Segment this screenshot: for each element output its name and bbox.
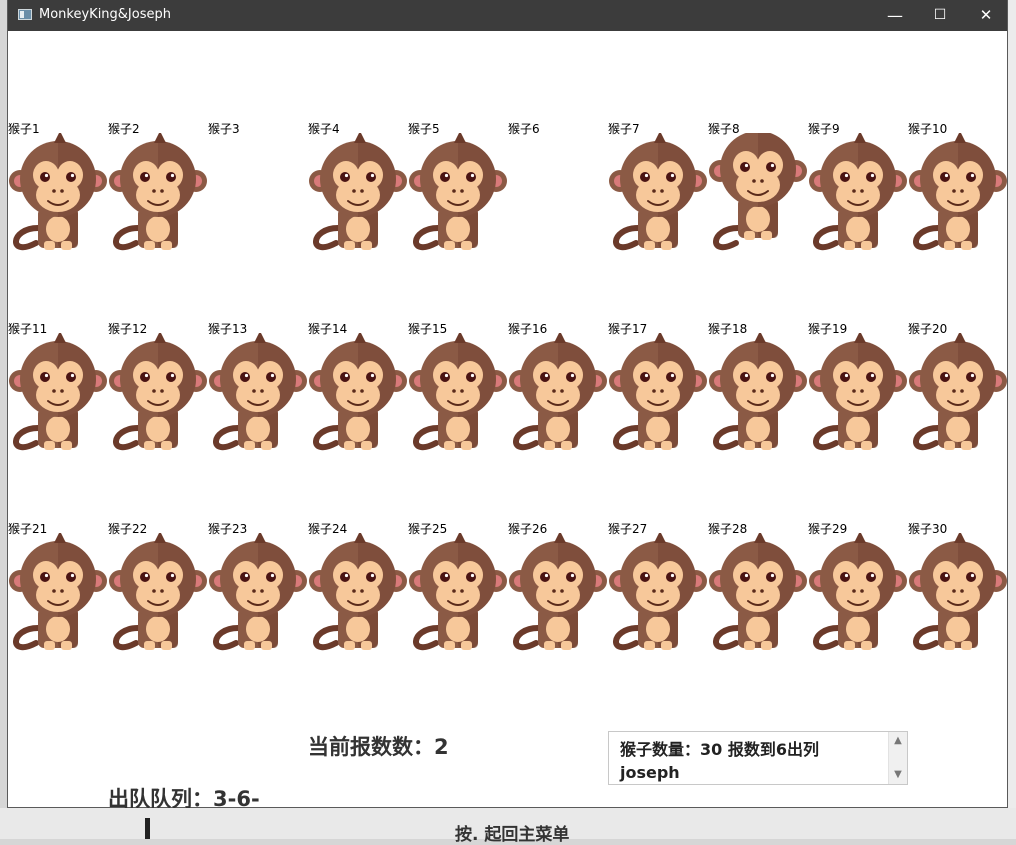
- monkey-cell: 猴子16: [508, 320, 608, 455]
- monkey-cell: 猴子29: [808, 520, 908, 655]
- monkey-cell: 猴子26: [508, 520, 608, 655]
- monkey-cell: 猴子19: [808, 320, 908, 455]
- monkey-icon: [908, 331, 1007, 455]
- monkey-cell: 猴子17: [608, 320, 708, 455]
- monkey-cell: 猴子4: [308, 120, 408, 255]
- monkey-cell: 猴子8: [708, 120, 808, 255]
- monkey-cell: 猴子22: [108, 520, 208, 655]
- monkey-cell: 猴子21: [8, 520, 108, 655]
- monkey-icon: [308, 331, 408, 455]
- monkey-icon: [108, 331, 208, 455]
- monkey-cell: 猴子28: [708, 520, 808, 655]
- monkey-icon: [608, 131, 708, 255]
- monkey-icon: [308, 131, 408, 255]
- maximize-button[interactable]: ☐: [917, 0, 963, 31]
- monkey-cell: 猴子15: [408, 320, 508, 455]
- monkey-icon: [708, 331, 808, 455]
- monkey-cell: 猴子10: [908, 120, 1007, 255]
- minimize-button[interactable]: —: [872, 0, 918, 31]
- monkey-icon: [508, 331, 608, 455]
- monkey-cell: 猴子9: [808, 120, 908, 255]
- monkey-icon: [808, 331, 908, 455]
- monkey-icon: [608, 531, 708, 655]
- info-scrollbar[interactable]: ▲ ▼: [888, 732, 907, 784]
- monkey-icon: [808, 131, 908, 255]
- monkey-cell: 猴子3: [208, 120, 308, 255]
- monkey-cell: 猴子6: [508, 120, 608, 255]
- monkey-label: 猴子6: [508, 122, 540, 136]
- app-window-icon: [18, 9, 32, 20]
- monkey-cell: 猴子27: [608, 520, 708, 655]
- background-cursor-bar: [145, 818, 150, 839]
- info-textarea[interactable]: 猴子数量：30 报数到6出列 joseph ▲ ▼: [608, 731, 908, 785]
- monkey-cell: 猴子5: [408, 120, 508, 255]
- monkey-cell: 猴子14: [308, 320, 408, 455]
- monkey-icon: [908, 531, 1007, 655]
- scroll-down-arrow-icon[interactable]: ▼: [889, 766, 907, 784]
- monkey-icon: [208, 531, 308, 655]
- monkey-icon: [8, 331, 108, 455]
- monkey-cell: 猴子24: [308, 520, 408, 655]
- monkey-icon: [508, 531, 608, 655]
- title-bar[interactable]: MonkeyKing&Joseph — ☐ ✕: [8, 0, 1007, 31]
- app-window: MonkeyKing&Joseph — ☐ ✕ 猴子1 猴子2 猴子3 猴子4 …: [7, 0, 1008, 808]
- close-button[interactable]: ✕: [963, 0, 1009, 31]
- monkey-cell: 猴子12: [108, 320, 208, 455]
- monkey-cell: 猴子1: [8, 120, 108, 255]
- monkey-cell: 猴子13: [208, 320, 308, 455]
- monkey-icon: [8, 531, 108, 655]
- info-text: 猴子数量：30 报数到6出列 joseph: [620, 740, 819, 782]
- monkey-icon: [208, 331, 308, 455]
- monkey-icon: [308, 531, 408, 655]
- monkey-cell: 猴子11: [8, 320, 108, 455]
- monkey-label: 猴子3: [208, 122, 240, 136]
- monkey-icon: [708, 121, 808, 255]
- background-window: 按. 起回主菜单: [0, 808, 1016, 845]
- background-text: 按. 起回主菜单: [455, 825, 570, 845]
- monkey-cell: 猴子7: [608, 120, 708, 255]
- monkey-cell: 猴子30: [908, 520, 1007, 655]
- monkey-icon: [408, 531, 508, 655]
- monkey-icon: [408, 331, 508, 455]
- monkey-icon: [8, 131, 108, 255]
- window-title: MonkeyKing&Joseph: [39, 7, 171, 22]
- monkey-cell: 猴子20: [908, 320, 1007, 455]
- out-queue-label: 出队队列：3-6-: [108, 787, 260, 808]
- monkey-cell: 猴子18: [708, 320, 808, 455]
- monkey-icon: [108, 131, 208, 255]
- client-area: 猴子1 猴子2 猴子3 猴子4 猴子5 猴子6 猴子7 猴子8 猴子9 猴子10…: [8, 31, 1007, 808]
- monkey-icon: [608, 331, 708, 455]
- background-window-edge: [1008, 0, 1016, 808]
- monkey-cell: 猴子2: [108, 120, 208, 255]
- monkey-cell: 猴子25: [408, 520, 508, 655]
- monkey-icon: [808, 531, 908, 655]
- monkey-icon: [708, 531, 808, 655]
- monkey-icon: [408, 131, 508, 255]
- current-count-label: 当前报数数：2: [308, 735, 449, 759]
- monkey-icon: [908, 131, 1007, 255]
- monkey-icon: [108, 531, 208, 655]
- monkey-cell: 猴子23: [208, 520, 308, 655]
- scroll-up-arrow-icon[interactable]: ▲: [889, 732, 907, 750]
